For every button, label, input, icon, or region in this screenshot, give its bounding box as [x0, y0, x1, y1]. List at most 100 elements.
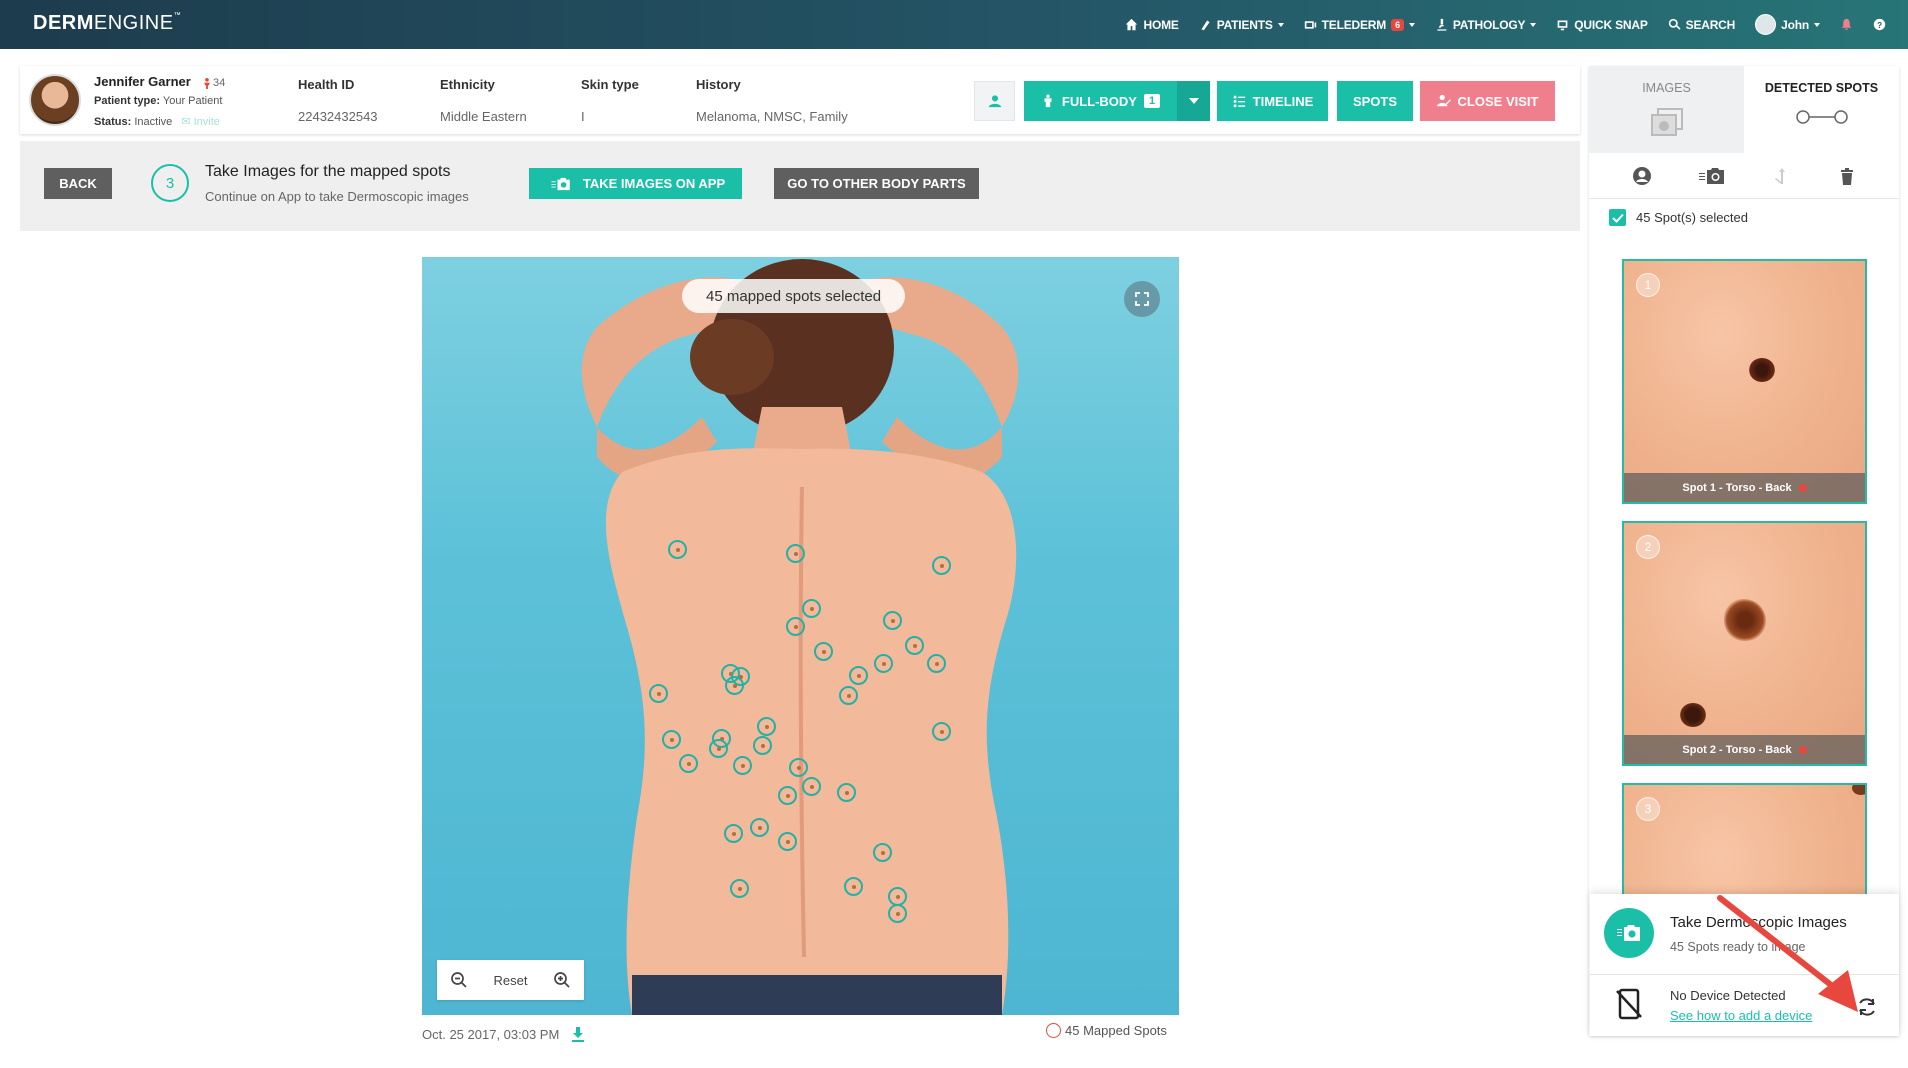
reset-zoom-button[interactable]: Reset [494, 973, 528, 988]
spot-marker[interactable] [926, 653, 946, 673]
spot-marker[interactable] [778, 831, 798, 851]
telederm-icon [1304, 21, 1316, 29]
nav-pathology[interactable]: PATHOLOGY [1435, 18, 1537, 32]
fullscreen-icon [1135, 292, 1149, 306]
mole-image [1852, 785, 1865, 795]
spot-marker[interactable] [756, 716, 776, 736]
patient-type: Patient type: Your Patient [94, 95, 223, 107]
spot-marker[interactable] [838, 686, 858, 706]
other-body-parts-button[interactable]: GO TO OTHER BODY PARTS [774, 168, 979, 199]
zoom-out-icon[interactable] [450, 971, 468, 989]
health-id-field: Health ID 22432432543 [298, 77, 378, 124]
help-icon: ? [1873, 18, 1886, 31]
spot-marker[interactable] [872, 842, 892, 862]
spot-marker[interactable] [931, 556, 951, 575]
camera-icon[interactable] [1697, 166, 1727, 186]
spot-marker[interactable] [709, 738, 729, 758]
merge-icon[interactable] [1772, 166, 1792, 186]
right-panel: IMAGES DETECTED SPOTS 45 Spot(s) selecte… [1589, 66, 1899, 1036]
patient-header: Jennifer Garner 34 Patient type: Your Pa… [20, 66, 1580, 134]
invite-link[interactable]: ✉ Invite [181, 116, 220, 128]
top-navbar: DERMENGINE™ HOME PATIENTS TELEDERM 6 PAT… [0, 0, 1908, 49]
zoom-controls: Reset [437, 960, 584, 1000]
spot-marker[interactable] [813, 642, 833, 662]
patient-profile-button[interactable] [974, 81, 1015, 121]
take-dermoscopic-images-card: Take Dermoscopic Images 45 Spots ready t… [1590, 894, 1899, 1036]
chevron-down-icon [1814, 22, 1820, 27]
take-images-on-app-button[interactable]: TAKE IMAGES ON APP [529, 168, 742, 199]
spot-marker[interactable] [887, 903, 907, 923]
patient-photo[interactable] [29, 74, 81, 126]
history-field: History Melanoma, NMSC, Family [696, 77, 848, 124]
spot-caption: Spot 1 - Torso - Back [1624, 473, 1865, 502]
spot-marker[interactable] [732, 756, 752, 776]
spot-thumbnail[interactable]: 1 Spot 1 - Torso - Back [1622, 259, 1867, 504]
body-icon [1044, 94, 1052, 108]
full-body-dropdown[interactable] [1177, 81, 1210, 121]
timeline-button[interactable]: TIMELINE [1217, 81, 1328, 121]
user-circle-icon[interactable] [1632, 166, 1652, 186]
notice-title: Take Dermoscopic Images [1670, 914, 1847, 931]
nav-user-menu[interactable]: John [1755, 14, 1820, 35]
chevron-down-icon [1530, 22, 1537, 27]
spot-marker[interactable] [750, 817, 770, 837]
spot-marker[interactable] [678, 753, 698, 773]
select-all-checkbox[interactable] [1609, 209, 1626, 226]
mole-image [1749, 358, 1775, 382]
status-dot [1798, 745, 1807, 754]
back-button[interactable]: BACK [44, 168, 112, 199]
spots-button[interactable]: SPOTS [1337, 81, 1413, 121]
nav-help[interactable]: ? [1873, 18, 1886, 31]
brand-logo[interactable]: DERMENGINE™ [33, 12, 181, 35]
spot-marker[interactable] [725, 675, 745, 695]
device-status: No Device Detected [1670, 988, 1786, 1003]
nav-notifications[interactable] [1840, 18, 1853, 31]
timeline-icon [1233, 95, 1245, 108]
nav-telederm[interactable]: TELEDERM 6 [1304, 18, 1415, 32]
spot-marker[interactable] [874, 653, 894, 673]
female-icon [204, 77, 210, 89]
spot-ring-icon [1046, 1023, 1061, 1038]
spot-marker[interactable] [882, 611, 902, 631]
nav-home[interactable]: HOME [1125, 18, 1179, 32]
add-device-link[interactable]: See how to add a device [1670, 1008, 1812, 1023]
spot-marker[interactable] [729, 878, 749, 898]
user-icon [988, 95, 1001, 108]
tab-images[interactable]: IMAGES [1589, 66, 1744, 153]
connected-spots-icon [1795, 110, 1848, 124]
trash-icon[interactable] [1837, 166, 1857, 186]
zoom-in-icon[interactable] [553, 971, 571, 989]
tab-detected-spots[interactable]: DETECTED SPOTS [1744, 66, 1899, 153]
home-icon [1126, 18, 1138, 31]
full-body-button[interactable]: FULL-BODY 1 [1024, 81, 1177, 121]
notification-badge: 6 [1391, 18, 1404, 31]
chevron-down-icon [1408, 22, 1415, 27]
notice-subtitle: 45 Spots ready to image [1670, 940, 1806, 954]
nav-patients[interactable]: PATIENTS [1199, 18, 1284, 32]
close-visit-button[interactable]: CLOSE VISIT [1420, 81, 1555, 121]
bell-icon [1841, 18, 1852, 30]
refresh-icon[interactable] [1856, 996, 1878, 1018]
spot-thumbnail[interactable]: 2 Spot 2 - Torso - Back [1622, 521, 1867, 766]
close-visit-icon [1436, 94, 1451, 107]
patient-name: Jennifer Garner [94, 74, 191, 89]
body-map-viewer[interactable]: 45 mapped spots selected Reset [422, 257, 1179, 1015]
nav-menu: HOME PATIENTS TELEDERM 6 PATHOLOGY QUICK… [1125, 0, 1886, 49]
fullscreen-button[interactable] [1124, 281, 1160, 317]
download-icon[interactable] [571, 1027, 585, 1042]
user-icon [1201, 20, 1210, 31]
nav-search[interactable]: SEARCH [1668, 18, 1735, 32]
camera-icon [1604, 908, 1654, 958]
avatar [1755, 14, 1777, 35]
mapped-spots-count: 45 Mapped Spots [1046, 1023, 1167, 1038]
workflow-step-bar: BACK 3 Take Images for the mapped spots … [20, 141, 1580, 231]
select-all-row[interactable]: 45 Spot(s) selected [1609, 209, 1748, 226]
mapped-spots-pill: 45 mapped spots selected [682, 279, 906, 313]
spot-marker[interactable] [837, 782, 857, 802]
spot-marker[interactable] [931, 722, 951, 741]
nav-quick-snap[interactable]: QUICK SNAP [1556, 18, 1648, 32]
search-icon [1668, 18, 1681, 30]
mole-image [1724, 599, 1766, 641]
svg-text:?: ? [1877, 21, 1882, 30]
spot-marker[interactable] [648, 684, 668, 704]
